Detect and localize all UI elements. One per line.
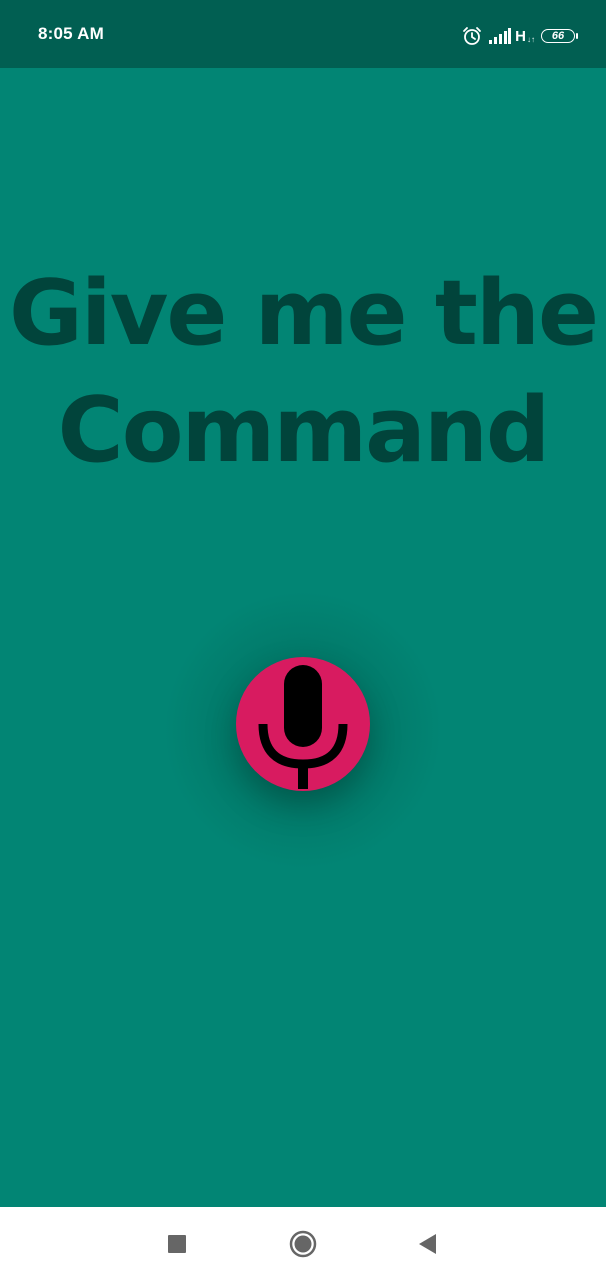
page-title: Give me the Command (0, 255, 606, 489)
signal-icon (489, 28, 512, 44)
navigation-bar (0, 1207, 606, 1280)
title-line-2: Command (57, 378, 551, 483)
status-time: 8:05 AM (38, 24, 104, 43)
circle-icon (285, 1230, 321, 1265)
status-icons: H ↓↑ 66 (461, 24, 578, 48)
home-button[interactable] (285, 1227, 321, 1261)
title-line-1: Give me the (8, 261, 599, 366)
battery-level: 66 (551, 29, 565, 42)
square-icon (159, 1235, 195, 1265)
status-bar: 8:05 AM H ↓↑ 66 (0, 0, 606, 68)
alarm-icon (461, 25, 483, 47)
battery-icon: 66 (541, 29, 575, 43)
recents-button[interactable] (159, 1227, 195, 1261)
network-type-label: H (515, 27, 526, 45)
triangle-back-icon (409, 1234, 445, 1265)
mic-button[interactable] (236, 657, 370, 791)
back-button[interactable] (409, 1227, 445, 1261)
app-screen: 8:05 AM H ↓↑ 66 Give me the Command (0, 0, 606, 1280)
battery-tip (576, 33, 578, 39)
network-activity-label: ↓↑ (527, 34, 535, 44)
